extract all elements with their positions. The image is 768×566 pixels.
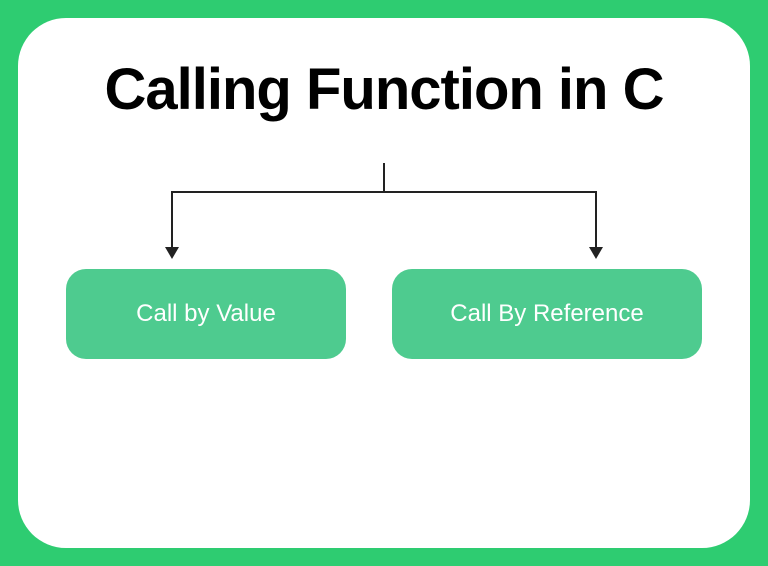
connector-hbar	[171, 191, 597, 193]
connector-vleft	[171, 191, 173, 251]
node-row: Call by Value Call By Reference	[58, 269, 710, 359]
page-title: Calling Function in C	[58, 56, 710, 123]
connector-stem	[383, 163, 385, 191]
node-call-by-reference: Call By Reference	[392, 269, 702, 359]
diagram-card: Calling Function in C Call by Value Call…	[18, 18, 750, 548]
arrowhead-right-icon	[589, 247, 603, 259]
node-call-by-value: Call by Value	[66, 269, 346, 359]
arrowhead-left-icon	[165, 247, 179, 259]
connector-vright	[595, 191, 597, 251]
node-label: Call by Value	[136, 300, 276, 328]
node-label: Call By Reference	[450, 300, 643, 328]
tree-diagram: Call by Value Call By Reference	[58, 163, 710, 359]
connector-lines	[58, 163, 710, 263]
